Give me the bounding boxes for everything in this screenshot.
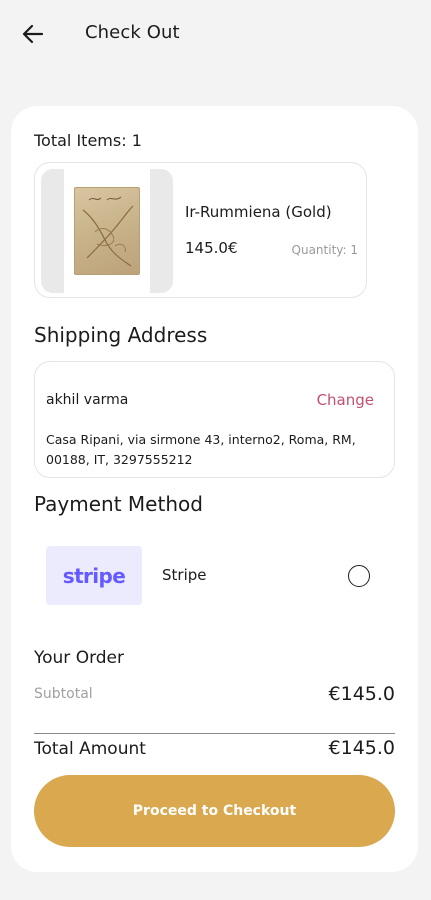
page-title: Check Out: [85, 22, 180, 43]
product-image: [41, 169, 173, 293]
payment-option-stripe[interactable]: stripe Stripe: [34, 540, 395, 612]
address-text: Casa Ripani, via sirmone 43, interno2, R…: [46, 432, 356, 467]
subtotal-label: Subtotal: [34, 686, 93, 702]
total-amount-label: Total Amount: [34, 739, 146, 759]
total-items-label: Total Items: 1: [34, 131, 142, 150]
product-price: 145.0€: [185, 239, 238, 257]
recipient-name: akhil varma: [46, 392, 129, 408]
arrow-left-icon: [22, 24, 44, 44]
your-order-title: Your Order: [34, 648, 125, 668]
product-quantity: Quantity: 1: [291, 243, 358, 257]
product-card[interactable]: Ir-Rummiena (Gold) 145.0€ Quantity: 1: [34, 162, 367, 298]
subtotal-value: €145.0: [328, 683, 395, 705]
stripe-logo: stripe: [46, 546, 142, 605]
product-name: Ir-Rummiena (Gold): [185, 203, 332, 221]
header: Check Out: [0, 0, 431, 70]
back-button[interactable]: [18, 20, 48, 48]
shipping-address-title: Shipping Address: [34, 323, 208, 347]
total-amount-value: €145.0: [328, 737, 395, 759]
product-tile-artwork: [74, 187, 140, 275]
order-divider: [34, 733, 395, 734]
change-address-link[interactable]: Change: [317, 391, 374, 409]
checkout-screen: Check Out Total Items: 1 Ir-Rummiena (Go…: [0, 0, 431, 900]
shipping-address-card: akhil varma Change Casa Ripani, via sirm…: [34, 361, 395, 478]
payment-radio-button[interactable]: [348, 565, 370, 587]
proceed-to-checkout-button[interactable]: Proceed to Checkout: [34, 775, 395, 847]
payment-method-title: Payment Method: [34, 492, 203, 516]
payment-method-label: Stripe: [162, 566, 207, 584]
